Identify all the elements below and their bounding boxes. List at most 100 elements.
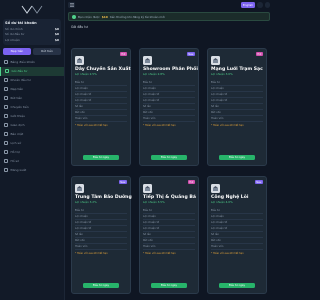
card-note: * Hoàn vốn sau khi hết hạn: [143, 124, 176, 127]
avatar[interactable]: [264, 2, 270, 8]
card-title: Tiếp Thị & Quảng Bá: [143, 194, 196, 200]
notice-banner: Bạn nhận được $10 tiền thưởng khi đăng k…: [68, 12, 270, 21]
sidebar-item[interactable]: Giới thiệu: [0, 112, 64, 121]
invest-now-button[interactable]: Đầu tư ngay: [219, 282, 255, 288]
language-button[interactable]: English: [240, 2, 255, 8]
sidebar-item[interactable]: Đăng xuất: [0, 166, 64, 175]
row-label: Rút vốn: [143, 239, 153, 242]
nav-icon: [5, 69, 9, 73]
card-details: Đầu tư Lợi nhuận Lợi nhuận tổ Lợi nhuận tổ S…: [211, 208, 263, 250]
nav-icon: [4, 123, 8, 127]
invest-now-button[interactable]: Đầu tư ngay: [83, 154, 119, 160]
deposit-button[interactable]: Nạp tiền: [3, 47, 31, 55]
row-label: Đầu tư: [211, 209, 220, 212]
nav-icon: [4, 87, 8, 91]
notice-post: tiền thưởng khi đăng ký tài khoản mới: [109, 14, 165, 19]
withdraw-button[interactable]: Rút tiền: [33, 47, 61, 55]
row-label: Lợi nhuận tổ: [143, 93, 160, 96]
invest-now-button[interactable]: Đầu tư ngay: [151, 154, 187, 160]
card-subtitle: Lợi nhuận 4.0%: [211, 200, 233, 204]
row-label: Lợi nhuận tổ: [211, 99, 228, 102]
sidebar-item[interactable]: Hồ sơ: [0, 157, 64, 166]
vinfast-logo-icon: [21, 5, 43, 14]
card-title: Dây Chuyền Sản Xuất: [75, 66, 131, 72]
sidebar-item-label: Hồ sơ: [10, 159, 19, 163]
sidebar-item[interactable]: Bảo mật: [0, 130, 64, 139]
sidebar-item[interactable]: Chuyển tiền: [0, 103, 64, 112]
nav-icon: [4, 159, 8, 163]
card-details: Đầu tư Lợi nhuận Lợi nhuận tổ Lợi nhuận tổ S…: [75, 80, 127, 122]
nav-icon: [4, 168, 8, 172]
sidebar-item[interactable]: Gói đầu tư: [0, 66, 64, 76]
row-label: Số lần: [211, 233, 220, 236]
row-label: Rút vốn: [211, 111, 221, 114]
row-label: Số lần: [211, 105, 220, 108]
logo[interactable]: [0, 3, 64, 15]
card-title: Trung Tâm Bảo Dưỡng: [75, 194, 132, 200]
row-label: Lợi nhuận: [143, 87, 156, 90]
row-label: Số lần: [143, 105, 152, 108]
row-label: Lợi nhuận tổ: [75, 93, 92, 96]
invest-now-button[interactable]: Đầu tư ngay: [83, 282, 119, 288]
balance-row-profit: Lợi nhuận $0: [5, 37, 59, 42]
sidebar-item-label: Rút tiền: [10, 96, 23, 100]
card-note: * Hoàn vốn sau khi hết hạn: [75, 252, 108, 255]
row-label: Hoàn vốn: [211, 117, 224, 120]
app-root: Số dư tài khoản Số dư chính $0 Số dư đầu…: [0, 0, 273, 300]
sidebar-item[interactable]: Giao dịch: [0, 121, 64, 130]
card-tag-badge: New: [254, 180, 263, 184]
row-label: Hoàn vốn: [75, 117, 88, 120]
sidebar-item[interactable]: Lịch sử: [0, 139, 64, 148]
sidebar-item-label: Lịch sử: [10, 141, 21, 145]
row-label: Lợi nhuận tổ: [143, 99, 160, 102]
card-detail-row: Hoàn vốn: [143, 244, 195, 250]
hamburger-icon: [69, 3, 74, 7]
card-detail-row: Hoàn vốn: [75, 116, 127, 122]
row-label: Lợi nhuận tổ: [143, 227, 160, 230]
sidebar-item[interactable]: Khoản đầu tư: [0, 76, 64, 85]
package-card: New Showroom Phân Phối Lợi nhuận 2.8% Đầu t…: [139, 48, 199, 166]
nav-icon: [4, 105, 8, 109]
invest-now-button[interactable]: Đầu tư ngay: [151, 282, 187, 288]
menu-toggle-button[interactable]: [68, 2, 75, 8]
sidebar-item-label: Bảng điều khiển: [10, 60, 35, 64]
card-detail-row: Hoàn vốn: [211, 244, 263, 250]
sidebar-item-label: Chuyển tiền: [10, 105, 29, 109]
sidebar-item[interactable]: Rút tiền: [0, 94, 64, 103]
sidebar-nav: Bảng điều khiển Gói đầu tư Khoản đầu tư Nạp…: [0, 58, 64, 175]
topbar: English: [65, 0, 273, 10]
card-title: Showroom Phân Phối: [143, 66, 198, 72]
row-label: Lợi nhuận tổ: [211, 227, 228, 230]
sidebar-item-label: Nạp tiền: [10, 87, 24, 91]
row-label: Hoàn vốn: [75, 245, 88, 248]
notification-icon[interactable]: [257, 2, 263, 8]
card-subtitle: Lợi nhuận 3.0%: [211, 72, 233, 76]
package-image-icon: [211, 184, 220, 193]
nav-icon: [4, 96, 8, 100]
card-note: * Hoàn vốn sau khi hết hạn: [211, 252, 244, 255]
card-tag-badge: Hot: [119, 52, 127, 56]
sidebar-item-label: Giới thiệu: [10, 114, 25, 118]
card-details: Đầu tư Lợi nhuận Lợi nhuận tổ Lợi nhuận tổ S…: [211, 80, 263, 122]
card-tag-badge: Hot: [187, 180, 195, 184]
sidebar-item[interactable]: Bảng điều khiển: [0, 58, 64, 67]
card-tag-badge: Hot: [255, 52, 263, 56]
sidebar-item[interactable]: Nạp tiền: [0, 85, 64, 94]
row-label: Hoàn vốn: [211, 245, 224, 248]
row-label: Lợi nhuận tổ: [75, 227, 92, 230]
card-details: Đầu tư Lợi nhuận Lợi nhuận tổ Lợi nhuận tổ S…: [75, 208, 127, 250]
package-image-icon: [75, 184, 84, 193]
card-subtitle: Lợi nhuận 2.8%: [143, 72, 165, 76]
card-details: Đầu tư Lợi nhuận Lợi nhuận tổ Lợi nhuận tổ S…: [143, 208, 195, 250]
card-note: * Hoàn vốn sau khi hết hạn: [211, 124, 244, 127]
balance-row-invest: Số dư đầu tư $0: [5, 32, 59, 36]
sidebar-item[interactable]: Hỗ trợ: [0, 148, 64, 157]
row-label: Đầu tư: [143, 81, 152, 84]
row-label: Lợi nhuận tổ: [75, 221, 92, 224]
card-subtitle: Lợi nhuận 2.5%: [75, 72, 97, 76]
card-tag-badge: New: [118, 180, 127, 184]
row-label: Đầu tư: [143, 209, 152, 212]
invest-now-button[interactable]: Đầu tư ngay: [219, 154, 255, 160]
card-note: * Hoàn vốn sau khi hết hạn: [75, 124, 108, 127]
sidebar-item-label: Gói đầu tư: [11, 69, 28, 73]
